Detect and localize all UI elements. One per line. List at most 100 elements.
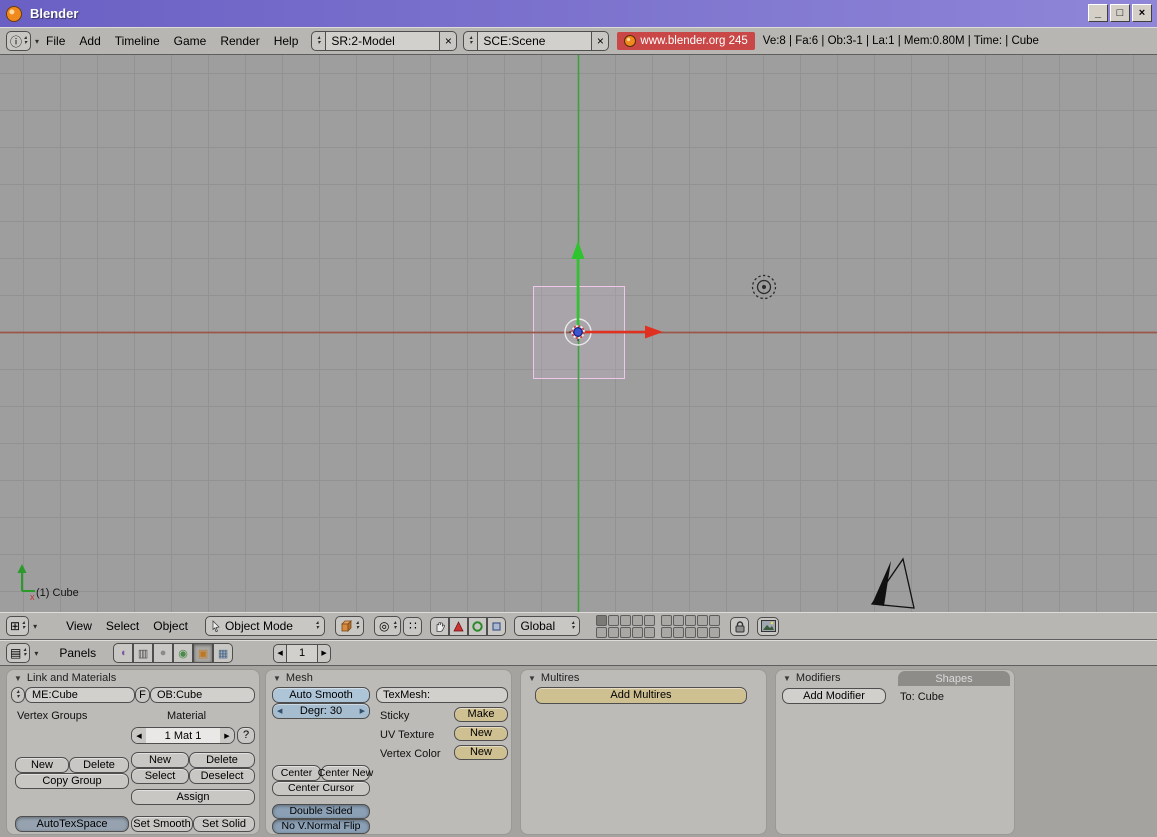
add-multires-button[interactable]: Add Multires: [535, 687, 747, 704]
minimize-button[interactable]: _: [1088, 4, 1108, 22]
frame-next-button[interactable]: ▶: [317, 644, 331, 663]
frame-prev-button[interactable]: ◀: [273, 644, 287, 663]
layer-toggle[interactable]: [644, 615, 655, 626]
panel-collapse-icon[interactable]: ▼: [783, 674, 791, 683]
layer-toggle[interactable]: [596, 627, 607, 638]
menu-render[interactable]: Render: [213, 34, 266, 48]
editor-type-button-buttons[interactable]: ▤ ▴▾: [6, 643, 30, 663]
autotexspace-toggle[interactable]: AutoTexSpace: [15, 816, 129, 832]
assign-button[interactable]: Assign: [131, 789, 255, 805]
layer-toggle[interactable]: [685, 615, 696, 626]
panel-collapse-icon[interactable]: ▼: [273, 674, 281, 683]
screen-name-field[interactable]: SR:2-Model: [326, 31, 440, 51]
panel-header-mesh[interactable]: ▼ Mesh: [266, 670, 511, 686]
script-context-button[interactable]: ▥: [133, 643, 153, 663]
mesh-name-field[interactable]: ME:Cube: [25, 687, 135, 703]
manipulator-rotate-button[interactable]: [468, 617, 487, 636]
move-centers-button[interactable]: ∷: [403, 617, 422, 636]
scene-context-button[interactable]: ▦: [213, 643, 233, 663]
viewport-3d[interactable]: x (1) Cube: [0, 55, 1157, 612]
manipulator-hand-button[interactable]: [430, 617, 449, 636]
add-modifier-button[interactable]: Add Modifier: [782, 688, 886, 704]
material-next-button[interactable]: ▶: [220, 728, 234, 743]
center-cursor-button[interactable]: Center Cursor: [272, 781, 370, 796]
editing-context-button[interactable]: ▣: [193, 643, 213, 663]
mesh-browse-button[interactable]: ▴▾: [11, 687, 25, 703]
degr-slider[interactable]: ◀ Degr: 30 ▶: [272, 703, 370, 719]
auto-smooth-toggle[interactable]: Auto Smooth: [272, 687, 370, 703]
center-button[interactable]: Center: [272, 765, 321, 781]
copy-group-button[interactable]: Copy Group: [15, 773, 129, 789]
transform-manipulator[interactable]: [565, 241, 663, 345]
panel-header-multires[interactable]: ▼ Multires: [521, 670, 766, 686]
material-delete-button[interactable]: Delete: [189, 752, 255, 768]
texmesh-field[interactable]: TexMesh:: [376, 687, 508, 703]
collapse-menus-icon[interactable]: ▾: [33, 622, 37, 631]
vertex-color-new-button[interactable]: New: [454, 745, 508, 760]
layer-toggle[interactable]: [608, 615, 619, 626]
uv-texture-new-button[interactable]: New: [454, 726, 508, 741]
layer-toggle[interactable]: [673, 627, 684, 638]
lock-layers-button[interactable]: [730, 617, 749, 636]
vgroup-new-button[interactable]: New: [15, 757, 69, 773]
layer-toggle[interactable]: [709, 615, 720, 626]
material-index-value[interactable]: 1 Mat 1: [146, 728, 220, 743]
fake-user-button[interactable]: F: [135, 687, 150, 703]
version-badge[interactable]: www.blender.org 245: [617, 32, 754, 50]
center-new-button[interactable]: Center New: [321, 765, 370, 781]
menu-file[interactable]: File: [39, 34, 72, 48]
scene-browse-button[interactable]: ▴▾: [463, 31, 478, 51]
menu-object[interactable]: Object: [146, 619, 195, 633]
layer-toggle[interactable]: [697, 627, 708, 638]
logic-context-button[interactable]: ◖: [113, 643, 133, 663]
buttons-window[interactable]: ▼ Link and Materials ▴▾ ME:Cube F OB:Cub…: [0, 666, 1157, 837]
object-name-field[interactable]: OB:Cube: [150, 687, 255, 703]
layer-toggle[interactable]: [661, 615, 672, 626]
material-help-button[interactable]: ?: [237, 727, 255, 744]
layer-toggle[interactable]: [608, 627, 619, 638]
material-prev-button[interactable]: ◀: [132, 728, 146, 743]
layer-toggle[interactable]: [697, 615, 708, 626]
layer-toggle[interactable]: [709, 627, 720, 638]
menu-select[interactable]: Select: [99, 619, 146, 633]
panel-header-link[interactable]: ▼ Link and Materials: [7, 670, 259, 686]
frame-number-field[interactable]: 1: [287, 644, 317, 663]
screen-delete-button[interactable]: ×: [440, 31, 457, 51]
layer-toggle[interactable]: [685, 627, 696, 638]
panel-collapse-icon[interactable]: ▼: [14, 674, 22, 683]
lamp-object[interactable]: [753, 276, 776, 299]
scene-name-field[interactable]: SCE:Scene: [478, 31, 592, 51]
layer-toggle[interactable]: [632, 627, 643, 638]
layer-toggle[interactable]: [661, 627, 672, 638]
material-new-button[interactable]: New: [131, 752, 189, 768]
title-bar[interactable]: Blender _ □ ×: [0, 0, 1157, 27]
object-context-button[interactable]: ◉: [173, 643, 193, 663]
select-button[interactable]: Select: [131, 768, 189, 784]
manipulator-scale-button[interactable]: [487, 617, 506, 636]
sticky-make-button[interactable]: Make: [454, 707, 508, 722]
layer-toggle[interactable]: [644, 627, 655, 638]
layer-toggle[interactable]: [673, 615, 684, 626]
shading-context-button[interactable]: ●: [153, 643, 173, 663]
close-button[interactable]: ×: [1132, 4, 1152, 22]
double-sided-toggle[interactable]: Double Sided: [272, 804, 370, 819]
menu-view[interactable]: View: [59, 619, 99, 633]
editor-type-button-3d[interactable]: ⊞ ▴▾: [6, 616, 29, 636]
panels-menu[interactable]: Panels: [52, 646, 103, 660]
layer-toggle[interactable]: [632, 615, 643, 626]
set-smooth-button[interactable]: Set Smooth: [131, 816, 193, 832]
camera-object[interactable]: [872, 559, 914, 608]
set-solid-button[interactable]: Set Solid: [193, 816, 255, 832]
maximize-button[interactable]: □: [1110, 4, 1130, 22]
mode-dropdown[interactable]: Object Mode ▴▾: [205, 616, 325, 636]
menu-add[interactable]: Add: [72, 34, 107, 48]
pivot-dropdown[interactable]: ◎ ▴▾: [374, 616, 402, 636]
menu-help[interactable]: Help: [267, 34, 306, 48]
deselect-button[interactable]: Deselect: [189, 768, 255, 784]
layer-toggle[interactable]: [596, 615, 607, 626]
render-preview-button[interactable]: [757, 617, 779, 636]
layer-toggle[interactable]: [620, 615, 631, 626]
draw-type-dropdown[interactable]: ▴▾: [335, 616, 364, 636]
no-vnormal-flip-toggle[interactable]: No V.Normal Flip: [272, 819, 370, 834]
menu-game[interactable]: Game: [167, 34, 214, 48]
